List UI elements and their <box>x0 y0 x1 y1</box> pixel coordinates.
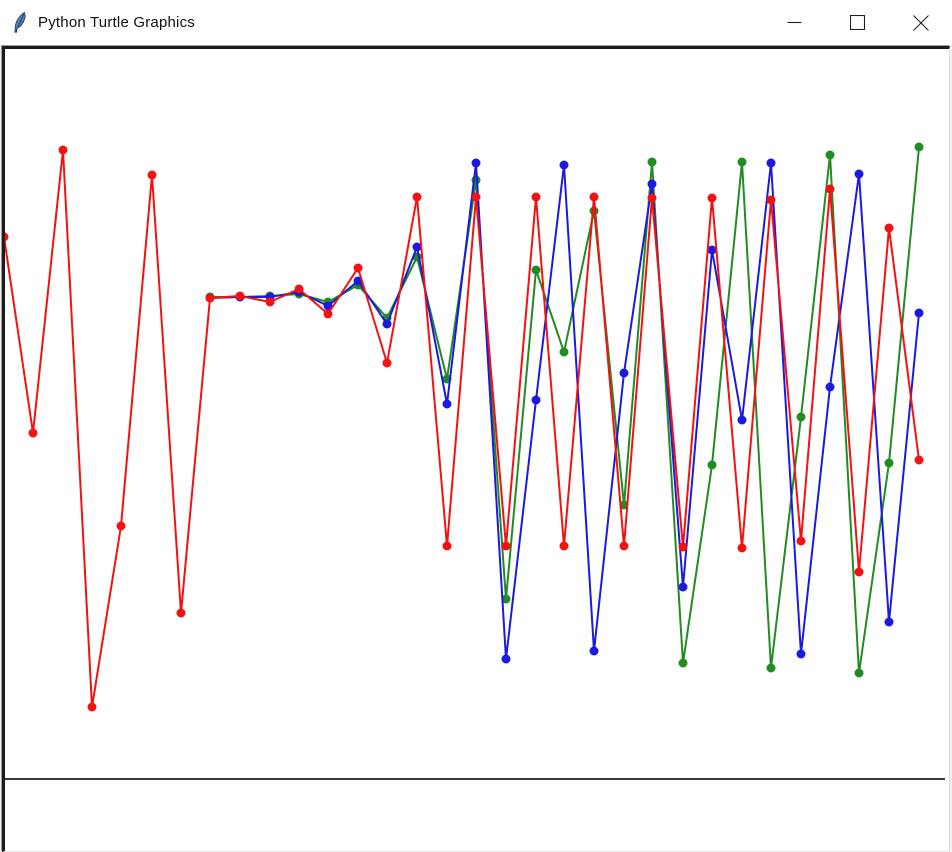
data-point-red <box>472 193 481 202</box>
data-point-blue <box>679 583 688 592</box>
data-point-red <box>5 233 9 242</box>
data-point-red <box>648 194 657 203</box>
data-point-red <box>560 542 569 551</box>
close-icon <box>913 15 929 31</box>
window-title: Python Turtle Graphics <box>38 14 195 31</box>
data-point-red <box>295 285 304 294</box>
data-point-red <box>708 194 717 203</box>
data-point-red <box>620 542 629 551</box>
tk-feather-icon <box>11 10 29 36</box>
data-point-blue <box>443 400 452 409</box>
data-point-red <box>324 310 333 319</box>
data-point-green <box>855 669 864 678</box>
data-point-green <box>532 266 541 275</box>
data-point-green <box>679 659 688 668</box>
maximize-button[interactable] <box>826 0 889 45</box>
data-point-green <box>767 664 776 673</box>
data-point-red <box>767 196 776 205</box>
data-point-green <box>797 413 806 422</box>
data-point-red <box>177 609 186 618</box>
data-point-blue <box>648 180 657 189</box>
data-point-red <box>148 171 157 180</box>
window-controls <box>763 0 952 45</box>
turtle-canvas <box>2 46 950 852</box>
data-point-blue <box>797 650 806 659</box>
line-chart <box>5 49 945 847</box>
data-point-blue <box>532 396 541 405</box>
close-button[interactable] <box>889 0 952 45</box>
data-point-red <box>206 294 215 303</box>
data-point-red <box>590 193 599 202</box>
data-point-red <box>443 542 452 551</box>
data-point-red <box>502 542 511 551</box>
title-bar: Python Turtle Graphics <box>0 0 952 45</box>
data-point-blue <box>590 647 599 656</box>
data-point-blue <box>620 369 629 378</box>
maximize-icon <box>850 15 865 30</box>
data-point-red <box>915 456 924 465</box>
data-point-blue <box>472 159 481 168</box>
data-point-blue <box>383 320 392 329</box>
data-point-red <box>383 359 392 368</box>
data-point-blue <box>560 161 569 170</box>
data-point-blue <box>502 655 511 664</box>
data-point-green <box>738 158 747 167</box>
data-point-red <box>266 298 275 307</box>
data-point-red <box>236 292 245 301</box>
data-point-green <box>915 143 924 152</box>
turtle-window: { "window": { "title": "Python Turtle Gr… <box>0 0 952 850</box>
data-point-red <box>29 429 38 438</box>
data-point-blue <box>915 309 924 318</box>
data-point-red <box>413 193 422 202</box>
data-point-red <box>679 543 688 552</box>
data-point-red <box>59 146 68 155</box>
series-red <box>5 146 924 712</box>
data-point-blue <box>738 416 747 425</box>
data-point-red <box>532 193 541 202</box>
series-blue <box>206 159 924 664</box>
data-point-red <box>855 568 864 577</box>
data-point-blue <box>826 383 835 392</box>
data-point-red <box>88 703 97 712</box>
minimize-button[interactable] <box>763 0 826 45</box>
data-point-blue <box>767 159 776 168</box>
series-line-red <box>5 150 919 707</box>
data-point-red <box>885 224 894 233</box>
data-point-red <box>117 522 126 531</box>
data-point-green <box>885 459 894 468</box>
data-point-red <box>738 544 747 553</box>
data-point-red <box>797 537 806 546</box>
data-point-blue <box>885 618 894 627</box>
data-point-green <box>708 461 717 470</box>
data-point-red <box>354 264 363 273</box>
data-point-red <box>826 185 835 194</box>
series-green <box>206 143 924 678</box>
data-point-green <box>648 158 657 167</box>
data-point-green <box>826 151 835 160</box>
minimize-icon <box>787 21 802 24</box>
data-point-green <box>560 348 569 357</box>
data-point-blue <box>855 170 864 179</box>
